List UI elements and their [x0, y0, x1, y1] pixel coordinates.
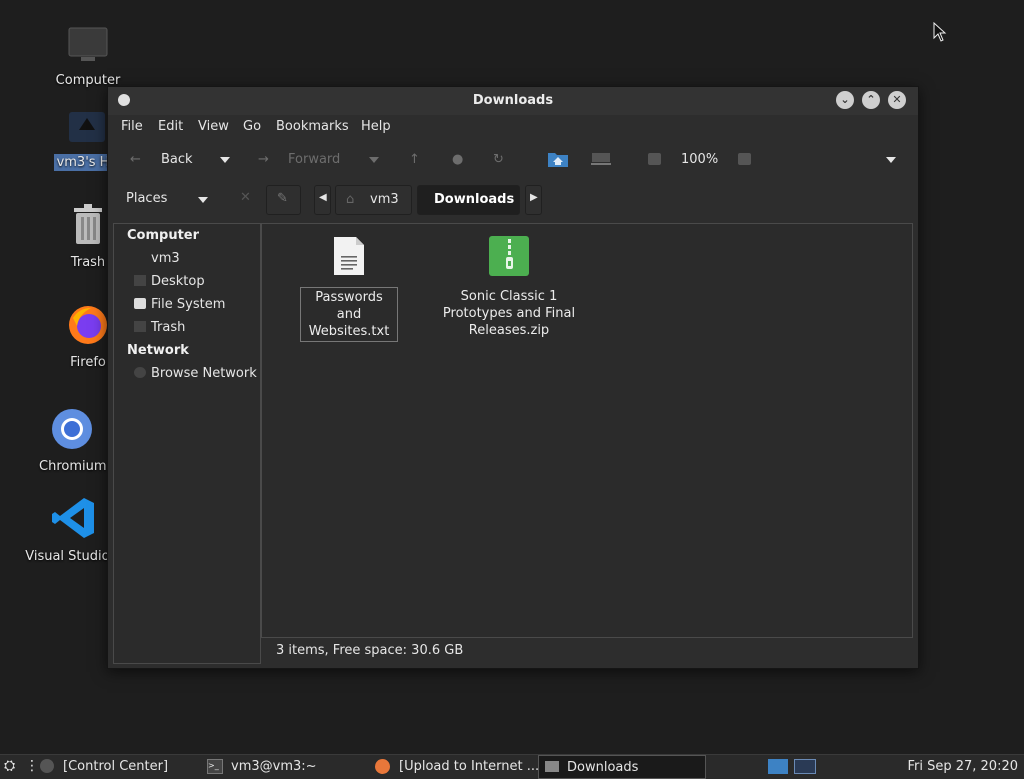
clock[interactable]: Fri Sep 27, 20:20 — [907, 759, 1018, 774]
task-label: [Upload to Internet ... — [399, 759, 540, 774]
menu-view[interactable]: View — [198, 119, 229, 134]
file-view-pane[interactable]: Passwords and Websites.txt Sonic Classic … — [261, 223, 913, 638]
task-label: [Control Center] — [63, 759, 169, 774]
terminal-icon: >_ — [207, 759, 223, 774]
forward-history-dropdown[interactable] — [369, 157, 379, 163]
task-control-center[interactable]: [Control Center] — [38, 755, 200, 779]
reload-icon[interactable]: ↻ — [493, 152, 504, 167]
sidebar-item-label: File System — [151, 297, 226, 312]
desktop-icon — [134, 275, 146, 286]
breadcrumb-label: vm3 — [370, 192, 399, 207]
sidebar-heading-computer: Computer — [127, 228, 200, 243]
firefox-icon — [375, 759, 390, 774]
workspace-2-button[interactable] — [794, 759, 816, 774]
zoom-level: 100% — [681, 152, 719, 167]
app-menu-icon[interactable]: ⛭ — [4, 758, 15, 774]
desktop-icon-label: Trash — [70, 255, 106, 270]
menu-help[interactable]: Help — [361, 119, 391, 134]
file-name: Passwords and Websites.txt — [300, 287, 398, 342]
toolbar: ← Back → Forward ↑ ● ↻ 100% — [108, 143, 918, 177]
edit-location-button[interactable]: ✎ — [266, 185, 301, 215]
desktop-icon-label: Firefo — [70, 355, 106, 370]
home-icon — [134, 252, 146, 263]
sidebar-selector[interactable]: Places ✕ — [116, 183, 256, 217]
task-firefox[interactable]: [Upload to Internet ... — [372, 755, 540, 779]
status-bar-text: 3 items, Free space: 30.6 GB — [276, 643, 464, 658]
zip-archive-icon — [440, 236, 578, 281]
task-label: vm3@vm3:~ — [231, 759, 317, 774]
chevron-left-icon: ◀ — [319, 192, 327, 203]
folder-icon — [545, 761, 559, 772]
home-folder-button-icon[interactable] — [547, 150, 569, 172]
chromium-icon — [36, 408, 108, 454]
maximize-button[interactable]: ⌃ — [862, 91, 880, 109]
file-item[interactable]: Sonic Classic 1 Prototypes and Final Relea… — [440, 236, 578, 340]
sidebar-item-label: vm3 — [151, 251, 180, 266]
menu-file[interactable]: File — [121, 119, 143, 134]
back-arrow-icon: ← — [130, 152, 141, 167]
window-title: Downloads — [472, 93, 554, 108]
computer-button-icon[interactable] — [590, 151, 612, 171]
task-downloads[interactable]: Downloads — [538, 755, 706, 779]
forward-arrow-icon: → — [258, 152, 269, 167]
mouse-cursor-icon — [933, 21, 947, 46]
sidebar-item-browse-network[interactable]: Browse Network — [134, 366, 257, 381]
desktop-icon-label: Chromium — [39, 459, 107, 474]
zoom-out-icon[interactable] — [648, 153, 661, 165]
task-label: Downloads — [567, 760, 639, 775]
network-icon — [134, 367, 146, 378]
menu-bookmarks[interactable]: Bookmarks — [276, 119, 349, 134]
places-sidebar: Computer vm3 Desktop File System Trash N… — [113, 223, 261, 664]
desktop-icon-computer[interactable]: Computer — [52, 26, 124, 89]
harddisk-icon — [134, 298, 146, 309]
view-options-dropdown[interactable] — [886, 157, 896, 163]
workspace-1-button[interactable] — [768, 759, 788, 774]
window-titlebar[interactable]: Downloads ⌄ ⌃ ✕ — [108, 87, 918, 115]
sidebar-item-label: Browse Network — [151, 366, 257, 381]
file-manager-window: Downloads ⌄ ⌃ ✕ File Edit View Go Bookma… — [107, 86, 919, 669]
up-arrow-icon[interactable]: ↑ — [409, 152, 420, 167]
menu-go[interactable]: Go — [243, 119, 261, 134]
menu-edit[interactable]: Edit — [158, 119, 183, 134]
places-dropdown-icon[interactable] — [198, 197, 208, 203]
sidebar-item-vm3[interactable]: vm3 — [134, 251, 180, 266]
stop-icon[interactable]: ● — [452, 152, 463, 167]
home-icon: ⌂ — [346, 192, 355, 207]
sidebar-item-label: Desktop — [151, 274, 205, 289]
computer-icon — [52, 26, 124, 68]
sidebar-item-desktop[interactable]: Desktop — [134, 274, 205, 289]
minimize-button[interactable]: ⌄ — [836, 91, 854, 109]
sidebar-heading-network: Network — [127, 343, 189, 358]
text-file-icon — [300, 236, 398, 281]
zoom-in-icon[interactable] — [738, 153, 751, 165]
sidebar-item-label: Trash — [151, 320, 186, 335]
back-history-dropdown[interactable] — [220, 157, 230, 163]
breadcrumb-scroll-right[interactable]: ▶ — [525, 185, 542, 215]
breadcrumb-scroll-left[interactable]: ◀ — [314, 185, 331, 215]
desktop-icon-chromium[interactable]: Chromium — [36, 408, 108, 475]
location-row: Places ✕ ✎ ◀ ⌂ vm3 Downloads ▶ — [108, 183, 918, 217]
close-button[interactable]: ✕ — [888, 91, 906, 109]
drag-handle-icon[interactable]: ⋮ — [25, 758, 39, 774]
task-terminal[interactable]: >_ vm3@vm3:~ — [204, 755, 364, 779]
places-label: Places — [126, 191, 168, 206]
back-button[interactable]: Back — [161, 152, 193, 167]
taskbar: ⛭ ⋮ [Control Center] >_ vm3@vm3:~ [Uploa… — [0, 754, 1024, 779]
menu-bar: File Edit View Go Bookmarks Help — [108, 115, 918, 139]
pencil-icon: ✎ — [277, 191, 288, 206]
breadcrumb-downloads[interactable]: Downloads — [417, 185, 520, 215]
sidebar-item-trash[interactable]: Trash — [134, 320, 185, 335]
file-name: Sonic Classic 1 Prototypes and Final Relea… — [442, 289, 576, 338]
breadcrumb-vm3[interactable]: ⌂ vm3 — [335, 185, 412, 215]
file-item[interactable]: Passwords and Websites.txt — [300, 236, 398, 342]
forward-button[interactable]: Forward — [288, 152, 340, 167]
control-center-icon — [40, 759, 54, 773]
breadcrumb-label: Downloads — [434, 192, 515, 207]
sidebar-item-file-system[interactable]: File System — [134, 297, 225, 312]
chevron-right-icon: ▶ — [530, 192, 538, 203]
trash-icon — [134, 321, 146, 332]
close-sidebar-icon[interactable]: ✕ — [240, 190, 251, 205]
